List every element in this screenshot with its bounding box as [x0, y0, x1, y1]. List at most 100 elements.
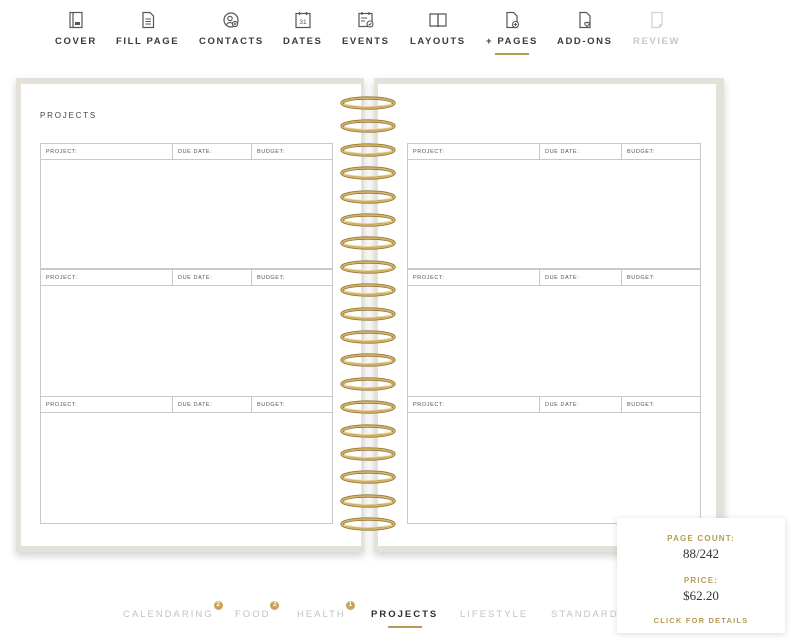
spiral-ring — [340, 166, 396, 180]
tab-label: STANDARD — [551, 609, 619, 620]
project-block-header: PROJECT: DUE DATE: BUDGET: — [408, 144, 700, 160]
spiral-ring — [340, 213, 396, 227]
nav-label: CONTACTS — [199, 36, 264, 47]
nav-label: ADD-ONS — [557, 36, 613, 47]
nav-events[interactable]: EVENTS — [342, 10, 390, 47]
nav-layouts[interactable]: LAYOUTS — [410, 10, 466, 47]
spiral-ring — [340, 447, 396, 461]
page-count-value: 88/242 — [682, 546, 720, 561]
spiral-ring — [340, 119, 396, 133]
tab-label: HEALTH — [297, 609, 346, 620]
nav-contacts[interactable]: CONTACTS — [199, 10, 264, 47]
project-block: PROJECT: DUE DATE: BUDGET: — [407, 396, 701, 524]
due-date-field-label: DUE DATE: — [173, 270, 252, 285]
top-navigation: COVER FILL PAGE CONTACTS 31 DATES EVENTS… — [0, 0, 800, 60]
nav-add-ons[interactable]: ADD-ONS — [557, 10, 613, 47]
project-block-header: PROJECT: DUE DATE: BUDGET: — [41, 144, 332, 160]
due-date-field-label: DUE DATE: — [540, 144, 622, 159]
page-title: PROJECTS — [40, 111, 98, 120]
project-block-header: PROJECT: DUE DATE: BUDGET: — [408, 397, 700, 413]
tab-label: FOOD — [235, 609, 271, 620]
right-page: PROJECT: DUE DATE: BUDGET: PROJECT: DUE … — [378, 84, 716, 546]
spiral-ring — [340, 494, 396, 508]
page-count-label: PAGE COUNT: — [667, 534, 735, 543]
project-block-header: PROJECT: DUE DATE: BUDGET: — [41, 397, 332, 413]
calendar-icon: 31 — [295, 12, 311, 29]
price-summary-card: PAGE COUNT: 88/242 PRICE: $62.20 CLICK F… — [617, 518, 785, 633]
budget-field-label: BUDGET: — [627, 149, 656, 155]
tab-count-badge: 1 — [345, 601, 355, 610]
budget-field-label: BUDGET: — [627, 275, 656, 281]
project-block: PROJECT: DUE DATE: BUDGET: — [40, 143, 333, 269]
due-date-field-label: DUE DATE: — [173, 144, 252, 159]
nav-label: EVENTS — [342, 36, 390, 47]
tab-calendaring[interactable]: CALENDARING 2 — [123, 601, 223, 620]
tab-projects[interactable]: PROJECTS — [371, 609, 439, 628]
left-page: PROJECTS PROJECT: DUE DATE: BUDGET: PROJ… — [21, 84, 361, 546]
tab-lifestyle[interactable]: LIFESTYLE — [460, 609, 528, 620]
contacts-icon — [223, 12, 240, 28]
spiral-ring — [340, 517, 396, 531]
nav-label: FILL PAGE — [116, 36, 180, 47]
tab-health[interactable]: HEALTH 1 — [297, 601, 355, 620]
tab-label: LIFESTYLE — [460, 609, 529, 620]
tab-label: PROJECTS — [371, 609, 439, 620]
tab-count-badge: 2 — [270, 601, 280, 610]
budget-field-label: BUDGET: — [627, 402, 656, 408]
project-block: PROJECT: DUE DATE: BUDGET: — [407, 143, 701, 269]
project-field-label: PROJECT: — [41, 270, 173, 285]
tab-food[interactable]: FOOD 2 — [235, 601, 280, 620]
calendar-day: 31 — [299, 19, 307, 26]
project-field-label: PROJECT: — [408, 144, 540, 159]
layouts-icon — [429, 13, 447, 28]
project-block: PROJECT: DUE DATE: BUDGET: — [407, 269, 701, 397]
tab-label: CALENDARING — [123, 609, 214, 620]
nav-pages[interactable]: + PAGES — [486, 10, 538, 55]
budget-field-label: BUDGET: — [257, 149, 286, 155]
nav-label: DATES — [283, 36, 323, 47]
spiral-ring — [340, 189, 396, 204]
nav-label: COVER — [55, 36, 97, 47]
spiral-ring — [340, 353, 396, 367]
due-date-field-label: DUE DATE: — [540, 397, 622, 412]
active-underline — [494, 53, 529, 55]
project-block: PROJECT: DUE DATE: BUDGET: — [40, 396, 333, 524]
spiral-ring — [340, 377, 396, 391]
spiral-ring — [340, 470, 396, 484]
project-field-label: PROJECT: — [408, 270, 540, 285]
project-block-header: PROJECT: DUE DATE: BUDGET: — [408, 270, 700, 286]
budget-field-label: BUDGET: — [257, 275, 286, 281]
due-date-field-label: DUE DATE: — [540, 270, 622, 285]
spiral-ring — [340, 143, 396, 157]
nav-fill-page[interactable]: FILL PAGE — [116, 10, 179, 47]
active-underline — [387, 626, 422, 628]
spiral-ring — [340, 96, 396, 110]
nav-cover[interactable]: COVER — [55, 10, 97, 47]
spiral-ring — [340, 423, 396, 438]
project-field-label: PROJECT: — [41, 144, 173, 159]
spiral-ring — [340, 400, 396, 414]
cover-icon — [69, 11, 83, 29]
nav-label: REVIEW — [633, 36, 681, 47]
spiral-ring — [340, 260, 396, 274]
spiral-ring — [340, 236, 396, 250]
review-icon — [650, 11, 663, 29]
click-for-details-link[interactable]: CLICK FOR DETAILS — [617, 616, 785, 625]
price-label: PRICE: — [683, 576, 719, 585]
spiral-ring — [340, 306, 396, 321]
budget-field-label: BUDGET: — [257, 402, 286, 408]
spiral-ring — [340, 283, 396, 297]
nav-review: REVIEW — [633, 10, 680, 47]
project-field-label: PROJECT: — [41, 397, 173, 412]
project-field-label: PROJECT: — [408, 397, 540, 412]
nav-dates[interactable]: 31 DATES — [283, 10, 323, 47]
add-ons-icon — [579, 11, 591, 29]
tab-standard[interactable]: STANDARD — [551, 609, 619, 620]
nav-label: + PAGES — [486, 36, 538, 47]
project-block-header: PROJECT: DUE DATE: BUDGET: — [41, 270, 332, 286]
add-page-icon — [506, 11, 520, 29]
events-icon — [358, 12, 374, 28]
planner-preview: PROJECTS PROJECT: DUE DATE: BUDGET: PROJ… — [16, 78, 724, 556]
project-block: PROJECT: DUE DATE: BUDGET: — [40, 269, 333, 397]
spiral-ring — [340, 330, 396, 344]
